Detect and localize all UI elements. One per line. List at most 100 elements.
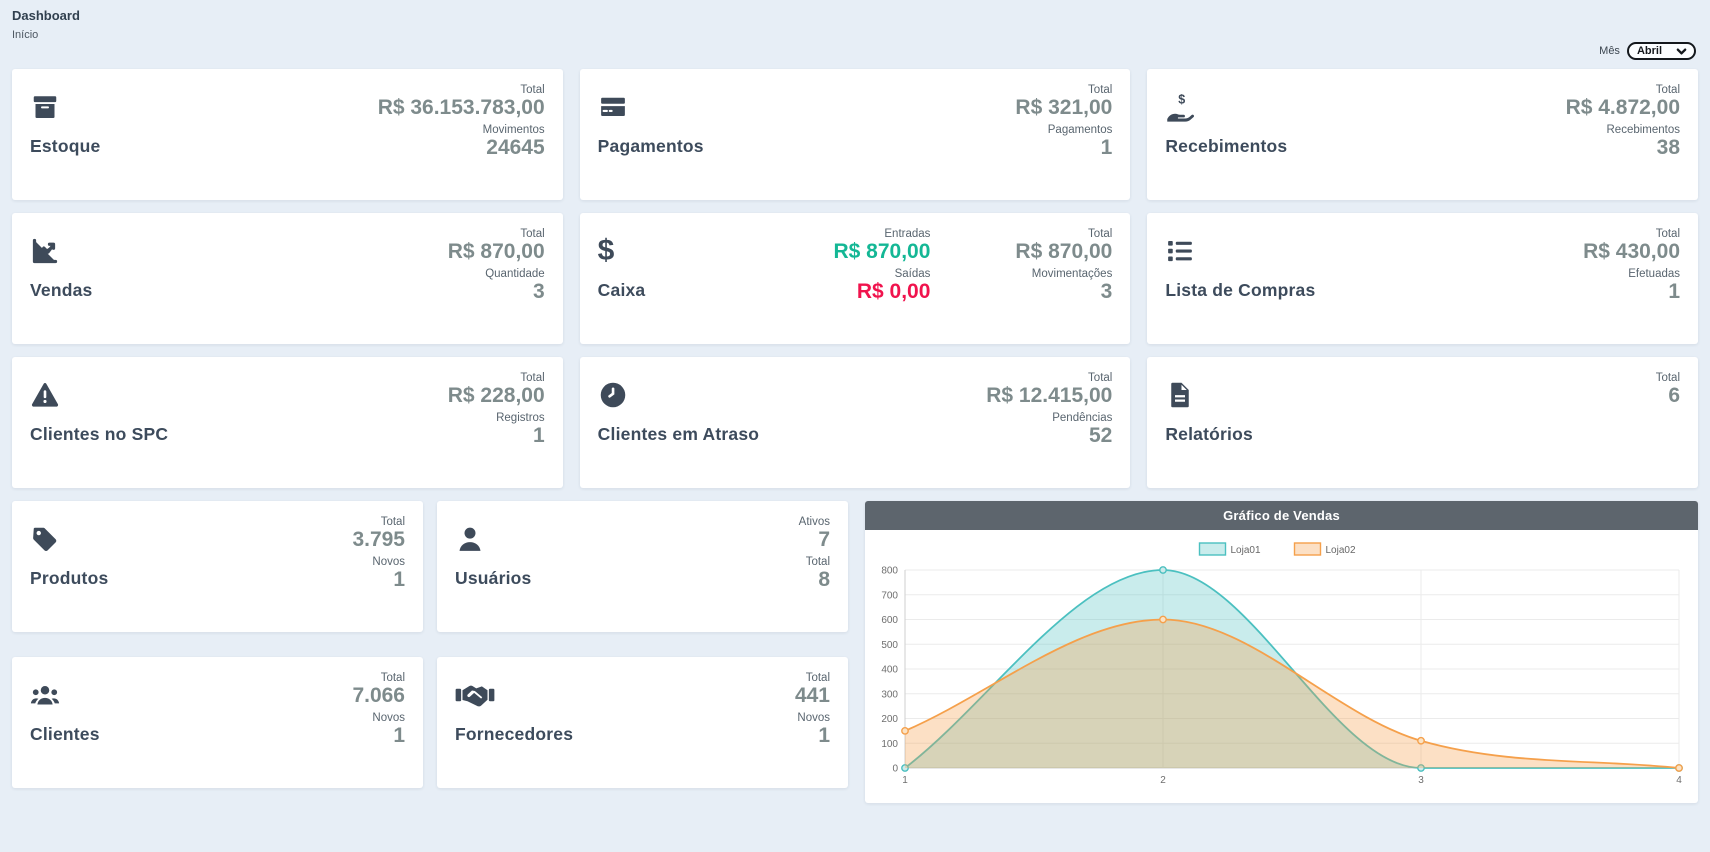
stat-label: Novos: [352, 712, 405, 724]
stat-group: EntradasR$ 870,00SaídasR$ 0,00: [834, 228, 931, 344]
clock-icon: [598, 380, 759, 416]
stat-label: Total: [378, 84, 545, 96]
card-vendas[interactable]: VendasTotalR$ 870,00Quantidade3: [12, 213, 563, 344]
card-title: Pagamentos: [598, 136, 704, 157]
stat-label: Registros: [448, 412, 545, 424]
month-select[interactable]: Abril: [1627, 42, 1696, 60]
svg-text:$: $: [1179, 92, 1186, 106]
card-title: Clientes: [30, 724, 100, 745]
stat-value: R$ 870,00: [448, 240, 545, 264]
stat-value: R$ 36.153.783,00: [378, 96, 545, 120]
credit-card-icon: [598, 92, 704, 128]
stat-value: 7.066: [352, 684, 405, 708]
stat-group: TotalR$ 228,00Registros1: [448, 372, 545, 488]
box-icon: [30, 92, 100, 128]
card-stats: Total441Novos1: [795, 657, 830, 788]
stat-value: 1: [1583, 280, 1680, 304]
stat-value: R$ 870,00: [1015, 240, 1112, 264]
hand-holding-dollar-icon: $: [1165, 92, 1287, 128]
card-estoque[interactable]: EstoqueTotalR$ 36.153.783,00Movimentos24…: [12, 69, 563, 200]
card-lista-de-compras[interactable]: Lista de Compras TotalR$ 430,00Efetuadas1: [1147, 213, 1698, 344]
svg-text:300: 300: [881, 689, 898, 700]
card-produtos[interactable]: ProdutosTotal3.795Novos1: [12, 501, 423, 632]
card-usuarios[interactable]: Usuários Ativos7Total8: [437, 501, 848, 632]
warning-triangle-icon: [30, 380, 168, 416]
stat-value: R$ 228,00: [448, 384, 545, 408]
stat-label: Quantidade: [448, 268, 545, 280]
stat-label: Total: [352, 516, 405, 528]
month-filter-label: Mês: [1599, 45, 1620, 57]
svg-text:3: 3: [1418, 775, 1424, 786]
card-left: Usuários: [455, 501, 532, 632]
svg-text:700: 700: [881, 590, 898, 601]
stat-value: R$ 0,00: [834, 280, 931, 304]
card-left: Clientes no SPC: [30, 357, 168, 488]
card-stats: EntradasR$ 870,00SaídasR$ 0,00TotalR$ 87…: [834, 213, 1113, 344]
cards-row-2: VendasTotalR$ 870,00Quantidade3$CaixaEnt…: [12, 213, 1698, 344]
card-left: Clientes em Atraso: [598, 357, 759, 488]
card-pagamentos[interactable]: PagamentosTotalR$ 321,00Pagamentos1: [580, 69, 1131, 200]
card-clientes-em-atraso[interactable]: Clientes em Atraso TotalR$ 12.415,00Pendê…: [580, 357, 1131, 488]
stat-value: R$ 870,00: [834, 240, 931, 264]
stat-group: Total6: [1656, 372, 1680, 488]
card-stats: Total7.066 Novos1: [352, 657, 405, 788]
stat-value: 6: [1656, 384, 1680, 408]
card-fornecedores[interactable]: FornecedoresTotal441Novos1: [437, 657, 848, 788]
card-recebimentos[interactable]: $RecebimentosTotalR$ 4.872,00Recebimento…: [1147, 69, 1698, 200]
stat-label: Total: [1015, 84, 1112, 96]
stat-value: 24645: [378, 136, 545, 160]
stat-label: Recebimentos: [1566, 124, 1680, 136]
stat-group: Total441Novos1: [795, 672, 830, 788]
legend-item-loja01[interactable]: Loja01: [1200, 543, 1261, 556]
card-stats: TotalR$ 12.415,00Pendências52: [986, 357, 1112, 488]
card-title: Usuários: [455, 568, 532, 589]
card-title: Clientes em Atraso: [598, 424, 759, 445]
tag-icon: [30, 524, 108, 560]
card-left: $Caixa: [598, 213, 646, 344]
page-title: Dashboard: [12, 8, 1698, 23]
stat-group: TotalR$ 12.415,00Pendências52: [986, 372, 1112, 488]
svg-text:800: 800: [881, 566, 898, 577]
card-title: Relatórios: [1165, 424, 1253, 445]
stat-label: Total: [1566, 84, 1680, 96]
card-left: $ Recebimentos: [1165, 69, 1287, 200]
stat-value: 1: [795, 724, 830, 748]
card-stats: Ativos7Total8: [799, 501, 830, 632]
stat-group: TotalR$ 321,00Pagamentos1: [1015, 84, 1112, 200]
month-select-value: Abril: [1637, 45, 1662, 57]
stat-label: Ativos: [799, 516, 830, 528]
stat-label: Total: [1656, 372, 1680, 384]
card-clientes[interactable]: Clientes Total7.066 Novos1: [12, 657, 423, 788]
card-relatorios[interactable]: Relatórios Total6: [1147, 357, 1698, 488]
svg-text:400: 400: [881, 665, 898, 676]
card-title: Lista de Compras: [1165, 280, 1315, 301]
stat-value: 441: [795, 684, 830, 708]
small-cards-grid: ProdutosTotal3.795Novos1 Usuários Ativos7T…: [12, 501, 848, 803]
stat-label: Total: [799, 556, 830, 568]
stat-group: TotalR$ 430,00Efetuadas1: [1583, 228, 1680, 344]
svg-text:500: 500: [881, 640, 898, 651]
chart-line-icon: [30, 236, 92, 272]
stat-value: 1: [352, 568, 405, 592]
stat-label: Total: [352, 672, 405, 684]
stat-label: Movimentações: [1015, 268, 1112, 280]
stat-value: 1: [352, 724, 405, 748]
svg-text:2: 2: [1160, 775, 1166, 786]
card-clientes-no-spc[interactable]: Clientes no SPCTotalR$ 228,00Registros1: [12, 357, 563, 488]
stat-label: Entradas: [834, 228, 931, 240]
chevron-down-icon: [1676, 46, 1687, 57]
stat-label: Pagamentos: [1015, 124, 1112, 136]
svg-text:100: 100: [881, 739, 898, 750]
card-title: Recebimentos: [1165, 136, 1287, 157]
legend-item-loja02[interactable]: Loja02: [1295, 543, 1356, 556]
users-icon: [30, 680, 100, 716]
month-filter-row: Mês Abril: [12, 41, 1696, 61]
svg-text:200: 200: [881, 714, 898, 725]
stat-value: R$ 12.415,00: [986, 384, 1112, 408]
stat-group: TotalR$ 4.872,00Recebimentos38: [1566, 84, 1680, 200]
cards-row-1: EstoqueTotalR$ 36.153.783,00Movimentos24…: [12, 69, 1698, 200]
card-caixa[interactable]: $Caixa EntradasR$ 870,00SaídasR$ 0,00Tota…: [580, 213, 1131, 344]
card-title: Caixa: [598, 280, 646, 301]
svg-text:1: 1: [902, 775, 908, 786]
stat-group: TotalR$ 870,00Quantidade3: [448, 228, 545, 344]
